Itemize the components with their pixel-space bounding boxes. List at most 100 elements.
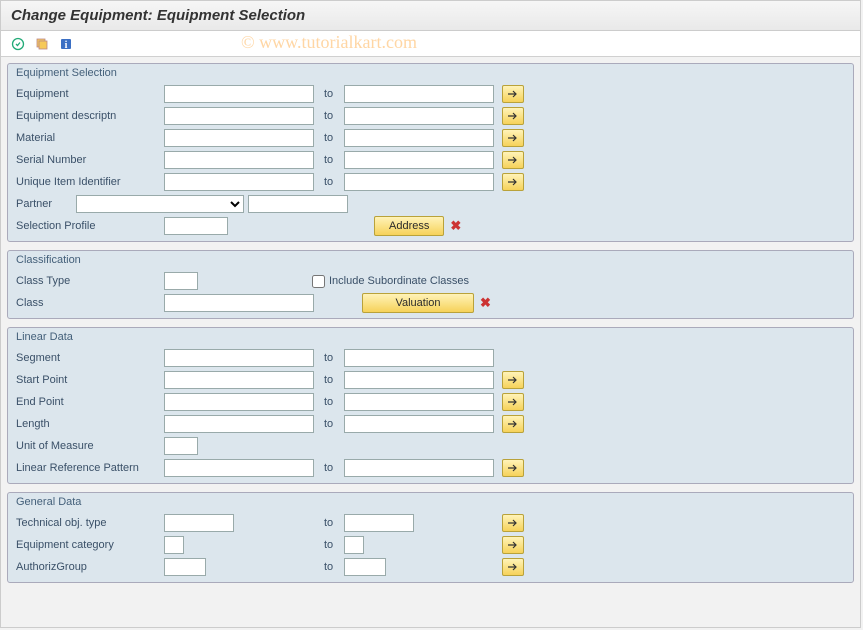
label-linear-ref-pattern: Linear Reference Pattern bbox=[16, 462, 164, 474]
row-end-point: End Point to bbox=[8, 391, 853, 413]
label-selection-profile: Selection Profile bbox=[16, 220, 164, 232]
multi-select-button[interactable] bbox=[502, 107, 524, 125]
variants-icon[interactable] bbox=[33, 35, 51, 53]
multi-select-button[interactable] bbox=[502, 536, 524, 554]
row-equipment: Equipment to bbox=[8, 83, 853, 105]
delete-address-icon[interactable]: ✖ bbox=[450, 218, 461, 234]
row-start-point: Start Point to bbox=[8, 369, 853, 391]
multi-select-button[interactable] bbox=[502, 393, 524, 411]
linear-ref-pattern-from-input[interactable] bbox=[164, 459, 314, 477]
delete-valuation-icon[interactable]: ✖ bbox=[480, 295, 491, 311]
row-linear-ref-pattern: Linear Reference Pattern to bbox=[8, 457, 853, 479]
content-area: Equipment Selection Equipment to Equipme… bbox=[1, 57, 860, 627]
label-serial-number: Serial Number bbox=[16, 154, 164, 166]
to-label: to bbox=[314, 539, 344, 551]
multi-select-button[interactable] bbox=[502, 514, 524, 532]
to-label: to bbox=[314, 418, 344, 430]
serial-number-to-input[interactable] bbox=[344, 151, 494, 169]
row-equipment-descriptn: Equipment descriptn to bbox=[8, 105, 853, 127]
multi-select-button[interactable] bbox=[502, 371, 524, 389]
address-button[interactable]: Address bbox=[374, 216, 444, 236]
segment-from-input[interactable] bbox=[164, 349, 314, 367]
row-material: Material to bbox=[8, 127, 853, 149]
label-class-type: Class Type bbox=[16, 275, 164, 287]
multi-select-button[interactable] bbox=[502, 173, 524, 191]
toolbar: i © www.tutorialkart.com bbox=[1, 31, 860, 57]
group-title-classification: Classification bbox=[8, 251, 853, 270]
authoriz-group-to-input[interactable] bbox=[344, 558, 386, 576]
include-subordinate-checkbox[interactable] bbox=[312, 275, 325, 288]
row-segment: Segment to bbox=[8, 347, 853, 369]
partner-select[interactable] bbox=[76, 195, 244, 213]
to-label: to bbox=[314, 154, 344, 166]
to-label: to bbox=[314, 374, 344, 386]
segment-to-input[interactable] bbox=[344, 349, 494, 367]
unique-item-identifier-to-input[interactable] bbox=[344, 173, 494, 191]
start-point-to-input[interactable] bbox=[344, 371, 494, 389]
label-material: Material bbox=[16, 132, 164, 144]
equipment-category-to-input[interactable] bbox=[344, 536, 364, 554]
multi-select-button[interactable] bbox=[502, 129, 524, 147]
start-point-from-input[interactable] bbox=[164, 371, 314, 389]
length-from-input[interactable] bbox=[164, 415, 314, 433]
include-subordinate-checkbox-wrap[interactable]: Include Subordinate Classes bbox=[312, 275, 469, 288]
selection-profile-input[interactable] bbox=[164, 217, 228, 235]
to-label: to bbox=[314, 132, 344, 144]
material-to-input[interactable] bbox=[344, 129, 494, 147]
label-equipment: Equipment bbox=[16, 88, 164, 100]
serial-number-from-input[interactable] bbox=[164, 151, 314, 169]
row-class-type: Class Type Include Subordinate Classes bbox=[8, 270, 853, 292]
unit-of-measure-input[interactable] bbox=[164, 437, 198, 455]
class-input[interactable] bbox=[164, 294, 314, 312]
row-length: Length to bbox=[8, 413, 853, 435]
to-label: to bbox=[314, 462, 344, 474]
material-from-input[interactable] bbox=[164, 129, 314, 147]
row-partner: Partner bbox=[8, 193, 853, 215]
group-equipment-selection: Equipment Selection Equipment to Equipme… bbox=[7, 63, 854, 242]
row-authoriz-group: AuthorizGroup to bbox=[8, 556, 853, 578]
group-title-linear-data: Linear Data bbox=[8, 328, 853, 347]
label-equipment-category: Equipment category bbox=[16, 539, 164, 551]
authoriz-group-from-input[interactable] bbox=[164, 558, 206, 576]
technical-obj-type-to-input[interactable] bbox=[344, 514, 414, 532]
label-end-point: End Point bbox=[16, 396, 164, 408]
multi-select-button[interactable] bbox=[502, 558, 524, 576]
to-label: to bbox=[314, 396, 344, 408]
equipment-to-input[interactable] bbox=[344, 85, 494, 103]
info-icon[interactable]: i bbox=[57, 35, 75, 53]
to-label: to bbox=[314, 517, 344, 529]
group-title-general-data: General Data bbox=[8, 493, 853, 512]
group-classification: Classification Class Type Include Subord… bbox=[7, 250, 854, 319]
unique-item-identifier-from-input[interactable] bbox=[164, 173, 314, 191]
equipment-from-input[interactable] bbox=[164, 85, 314, 103]
group-linear-data: Linear Data Segment to Start Point to En… bbox=[7, 327, 854, 484]
linear-ref-pattern-to-input[interactable] bbox=[344, 459, 494, 477]
row-technical-obj-type: Technical obj. type to bbox=[8, 512, 853, 534]
multi-select-button[interactable] bbox=[502, 459, 524, 477]
group-general-data: General Data Technical obj. type to Equi… bbox=[7, 492, 854, 583]
label-class: Class bbox=[16, 297, 164, 309]
equipment-category-from-input[interactable] bbox=[164, 536, 184, 554]
class-type-input[interactable] bbox=[164, 272, 198, 290]
multi-select-button[interactable] bbox=[502, 85, 524, 103]
row-equipment-category: Equipment category to bbox=[8, 534, 853, 556]
length-to-input[interactable] bbox=[344, 415, 494, 433]
equipment-descriptn-from-input[interactable] bbox=[164, 107, 314, 125]
group-title-equipment-selection: Equipment Selection bbox=[8, 64, 853, 83]
equipment-descriptn-to-input[interactable] bbox=[344, 107, 494, 125]
partner-value-input[interactable] bbox=[248, 195, 348, 213]
to-label: to bbox=[314, 561, 344, 573]
technical-obj-type-from-input[interactable] bbox=[164, 514, 234, 532]
label-start-point: Start Point bbox=[16, 374, 164, 386]
watermark-text: © www.tutorialkart.com bbox=[241, 32, 417, 53]
end-point-from-input[interactable] bbox=[164, 393, 314, 411]
row-class: Class Valuation ✖ bbox=[8, 292, 853, 314]
valuation-button[interactable]: Valuation bbox=[362, 293, 474, 313]
label-unique-item-identifier: Unique Item Identifier bbox=[16, 176, 164, 188]
row-selection-profile: Selection Profile Address ✖ bbox=[8, 215, 853, 237]
end-point-to-input[interactable] bbox=[344, 393, 494, 411]
multi-select-button[interactable] bbox=[502, 151, 524, 169]
label-equipment-descriptn: Equipment descriptn bbox=[16, 110, 164, 122]
execute-icon[interactable] bbox=[9, 35, 27, 53]
multi-select-button[interactable] bbox=[502, 415, 524, 433]
